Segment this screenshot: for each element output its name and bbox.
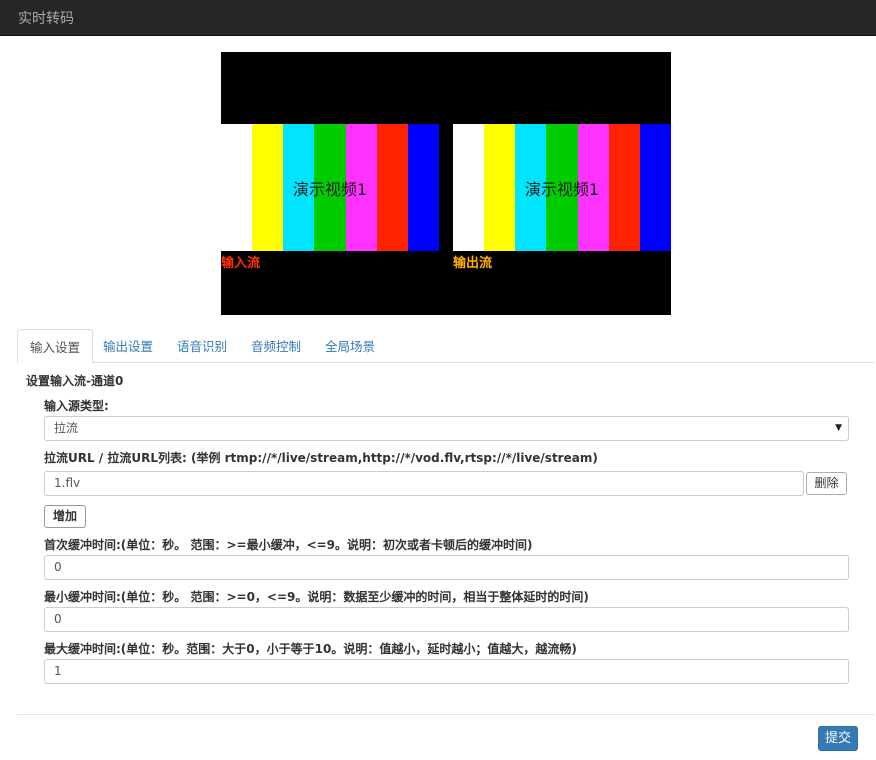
tab-output-settings[interactable]: 输出设置 xyxy=(91,329,165,363)
source-type-value: 拉流 xyxy=(54,421,79,435)
output-stream-label: 输出流 xyxy=(453,256,493,271)
first-buffer-label: 首次缓冲时间:(单位：秒。 范围：>=最小缓冲，<=9。说明：初次或者卡顿后的缓… xyxy=(44,538,533,552)
min-buffer-label: 最小缓冲时间:(单位：秒。 范围：>=0，<=9。说明：数据至少缓冲的时间，相当… xyxy=(44,590,589,604)
tab-input-settings[interactable]: 输入设置 xyxy=(17,329,94,364)
input-stream-label: 输入流 xyxy=(221,256,261,271)
input-video-title: 演示视频1 xyxy=(292,179,368,199)
source-type-select[interactable]: 拉流 ▼ xyxy=(44,416,849,441)
output-video: 演示视频1 xyxy=(453,124,671,251)
max-buffer-input[interactable]: 1 xyxy=(44,659,849,684)
divider xyxy=(17,714,874,715)
pull-url-label: 拉流URL / 拉流URL列表: (举例 rtmp://*/live/strea… xyxy=(44,451,598,465)
input-video: 演示视频1 xyxy=(221,124,439,251)
section-title: 设置输入流-通道0 xyxy=(26,374,124,388)
top-navbar: 实时转码 xyxy=(0,0,876,36)
first-buffer-input[interactable]: 0 xyxy=(44,555,849,580)
tab-speech-recognition[interactable]: 语音识别 xyxy=(165,329,239,363)
delete-url-button[interactable]: 删除 xyxy=(806,472,847,495)
caret-down-icon: ▼ xyxy=(835,423,842,433)
min-buffer-input[interactable]: 0 xyxy=(44,607,849,632)
video-preview: 演示视频1 演示视频1 输入流 输出流 xyxy=(221,52,671,315)
submit-button[interactable]: 提交 xyxy=(818,726,858,751)
pull-url-input[interactable]: 1.flv xyxy=(44,471,804,496)
tab-global-scene[interactable]: 全局场景 xyxy=(313,329,387,363)
add-url-button[interactable]: 增加 xyxy=(44,505,86,528)
app-title[interactable]: 实时转码 xyxy=(18,8,74,28)
settings-tabs: 输入设置 输出设置 语音识别 音频控制 全局场景 xyxy=(17,329,874,364)
tab-audio-control[interactable]: 音频控制 xyxy=(239,329,313,363)
source-type-label: 输入源类型: xyxy=(44,399,109,413)
max-buffer-label: 最大缓冲时间:(单位：秒。范围：大于0，小于等于10。说明：值越小，延时越小；值… xyxy=(44,642,577,656)
output-video-title: 演示视频1 xyxy=(524,179,600,199)
